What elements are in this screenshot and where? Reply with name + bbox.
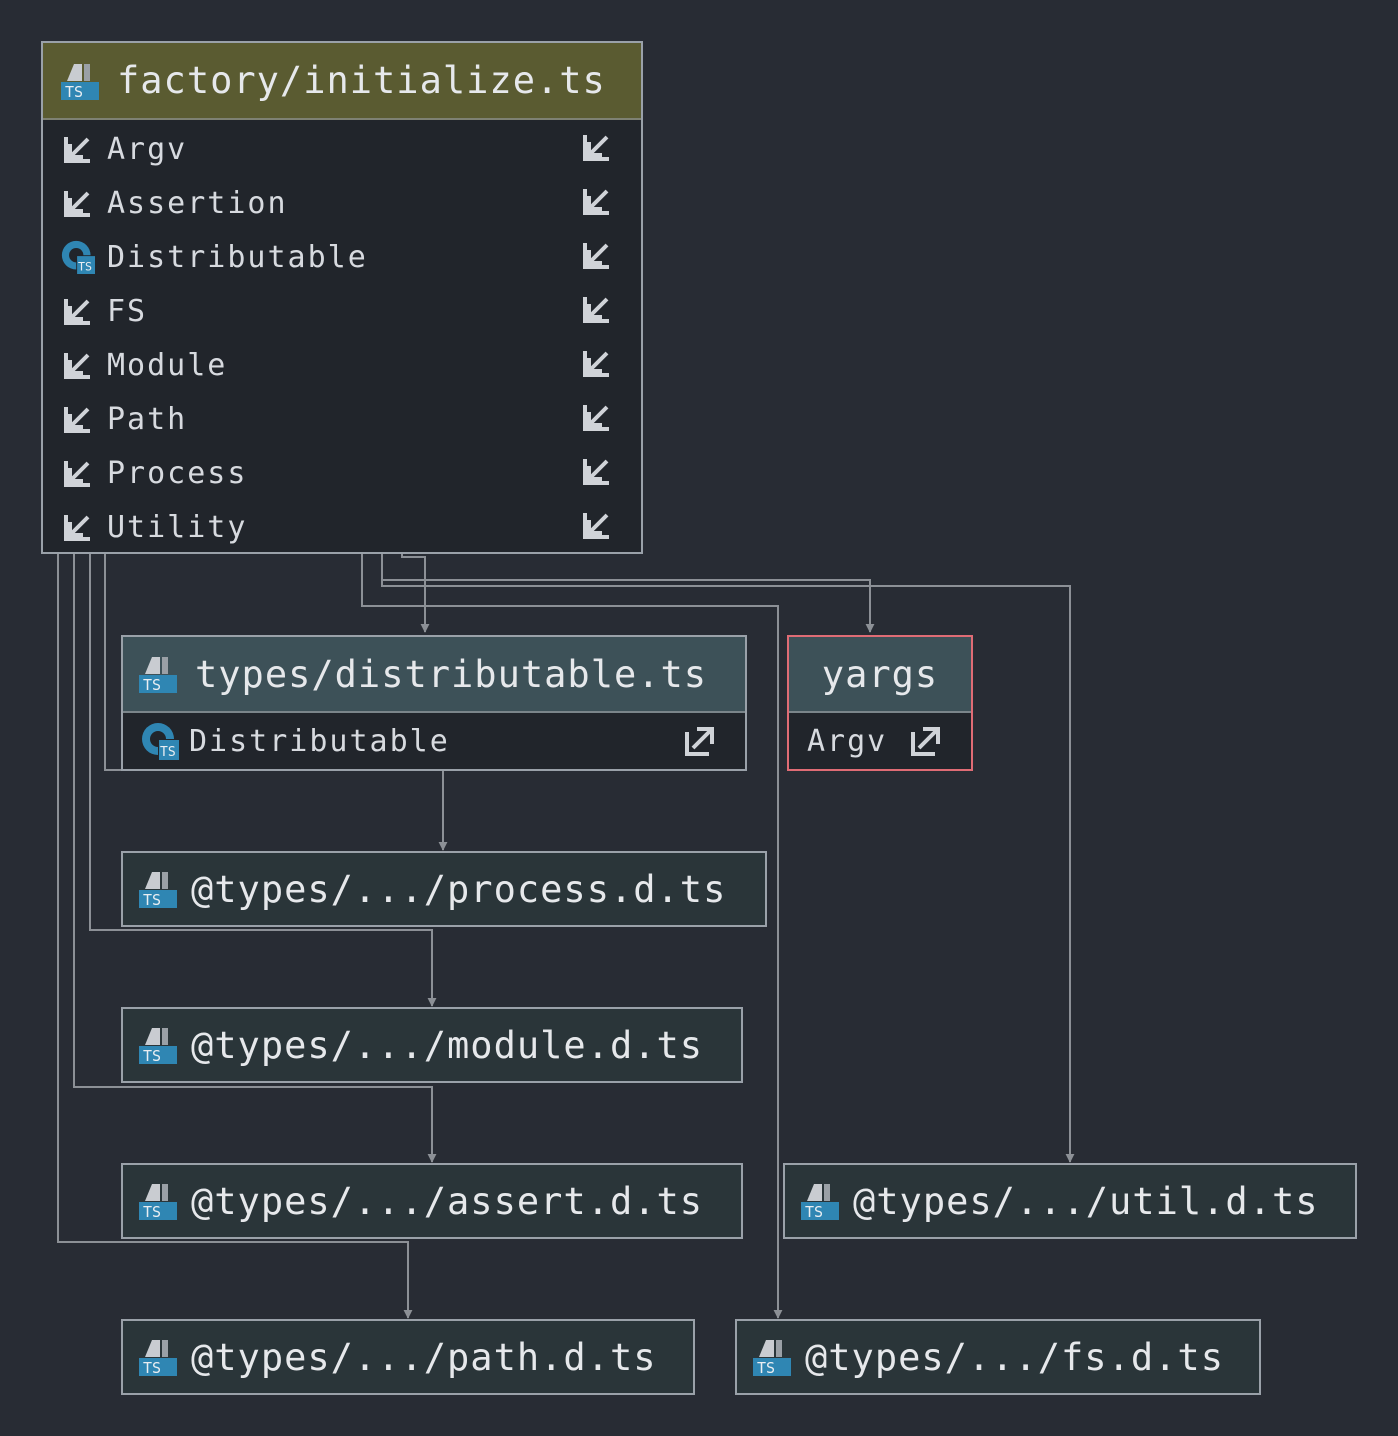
- node-title: @types/.../util.d.ts: [853, 1179, 1319, 1223]
- node-util-dts[interactable]: TS @types/.../util.d.ts: [783, 1163, 1357, 1239]
- svg-text:TS: TS: [805, 1203, 823, 1221]
- edge-to-yargs: [381, 552, 875, 633]
- export-label: FS: [107, 293, 148, 329]
- import-arrow-icon: [581, 455, 613, 491]
- export-label: Assertion: [107, 185, 288, 221]
- import-arrow-icon: [581, 347, 613, 383]
- exports-list: Argv Assertion TS Distributable FS Module Path…: [43, 120, 641, 554]
- node-header[interactable]: TS @types/.../path.d.ts: [123, 1321, 693, 1393]
- node-header[interactable]: TS @types/.../module.d.ts: [123, 1009, 741, 1081]
- node-types-distributable[interactable]: TS types/distributable.ts TS Distributab…: [121, 635, 747, 771]
- import-arrow-icon: [61, 403, 95, 435]
- import-arrow-icon: [581, 293, 613, 329]
- node-title: @types/.../fs.d.ts: [805, 1335, 1224, 1379]
- export-label: Process: [107, 455, 248, 491]
- ts-file-icon: TS: [139, 1184, 177, 1221]
- export-item[interactable]: Argv: [789, 713, 971, 769]
- svg-text:TS: TS: [143, 1047, 161, 1065]
- export-item[interactable]: FS: [43, 284, 641, 338]
- export-item[interactable]: Assertion: [43, 176, 641, 230]
- svg-text:TS: TS: [757, 1359, 775, 1377]
- svg-text:TS: TS: [143, 676, 161, 694]
- export-arrow-icon: [685, 727, 714, 756]
- export-label: Argv: [807, 723, 888, 759]
- node-header[interactable]: yargs: [789, 637, 971, 713]
- edge-to-distributable: [401, 552, 430, 633]
- node-title: @types/.../assert.d.ts: [191, 1179, 704, 1223]
- svg-text:TS: TS: [65, 83, 83, 101]
- ts-file-icon: TS: [801, 1184, 839, 1221]
- svg-text:TS: TS: [160, 745, 176, 760]
- svg-text:TS: TS: [78, 259, 92, 273]
- node-yargs[interactable]: yargs Argv: [787, 635, 973, 771]
- export-item[interactable]: TS Distributable: [43, 230, 641, 284]
- import-arrow-icon: [61, 511, 95, 543]
- ts-file-icon: TS: [139, 872, 177, 909]
- node-header[interactable]: TS @types/.../util.d.ts: [785, 1165, 1355, 1237]
- export-label: Distributable: [189, 723, 450, 759]
- node-title: factory/initialize.ts: [117, 59, 606, 102]
- export-item[interactable]: Argv: [43, 122, 641, 176]
- import-arrow-icon: [61, 133, 95, 165]
- node-header[interactable]: TS @types/.../process.d.ts: [123, 853, 765, 925]
- ts-type-icon: TS: [142, 723, 179, 760]
- import-arrow-icon: [581, 239, 613, 275]
- node-title: @types/.../path.d.ts: [191, 1335, 657, 1379]
- export-label: Path: [107, 401, 188, 437]
- edge-to-module: [89, 552, 437, 1007]
- export-label: Argv: [107, 131, 188, 167]
- node-title: yargs: [821, 652, 939, 696]
- import-arrow-icon: [61, 295, 95, 327]
- node-path-dts[interactable]: TS @types/.../path.d.ts: [121, 1319, 695, 1395]
- export-item[interactable]: Path: [43, 392, 641, 446]
- import-arrow-icon: [581, 401, 613, 437]
- node-title: @types/.../module.d.ts: [191, 1023, 704, 1067]
- import-arrow-icon: [61, 187, 95, 219]
- import-arrow-icon: [581, 131, 613, 167]
- ts-file-icon: TS: [61, 63, 99, 101]
- node-module-dts[interactable]: TS @types/.../module.d.ts: [121, 1007, 743, 1083]
- ts-type-icon: TS: [61, 238, 95, 276]
- node-header[interactable]: TS @types/.../assert.d.ts: [123, 1165, 741, 1237]
- svg-text:TS: TS: [143, 1359, 161, 1377]
- ts-file-icon: TS: [139, 1028, 177, 1065]
- svg-text:TS: TS: [143, 891, 161, 909]
- node-title: types/distributable.ts: [195, 652, 708, 696]
- node-title: @types/.../process.d.ts: [191, 867, 727, 911]
- export-label: Distributable: [107, 239, 368, 275]
- node-fs-dts[interactable]: TS @types/.../fs.d.ts: [735, 1319, 1261, 1395]
- node-factory-initialize[interactable]: TS factory/initialize.ts Argv Assertion TS…: [41, 41, 643, 554]
- node-header[interactable]: TS factory/initialize.ts: [43, 43, 641, 120]
- export-label: Module: [107, 347, 228, 383]
- node-header[interactable]: TS @types/.../fs.d.ts: [737, 1321, 1259, 1393]
- export-item[interactable]: TS Distributable: [123, 713, 745, 769]
- import-arrow-icon: [581, 509, 613, 545]
- ts-file-icon: TS: [139, 1340, 177, 1377]
- export-item[interactable]: Module: [43, 338, 641, 392]
- export-arrow-icon: [911, 727, 940, 756]
- node-header[interactable]: TS types/distributable.ts: [123, 637, 745, 713]
- import-arrow-icon: [61, 457, 95, 489]
- node-assert-dts[interactable]: TS @types/.../assert.d.ts: [121, 1163, 743, 1239]
- import-arrow-icon: [61, 349, 95, 381]
- export-item[interactable]: Process: [43, 446, 641, 500]
- svg-text:TS: TS: [143, 1203, 161, 1221]
- node-process-dts[interactable]: TS @types/.../process.d.ts: [121, 851, 767, 927]
- import-arrow-icon: [581, 185, 613, 221]
- ts-file-icon: TS: [753, 1340, 791, 1377]
- export-label: Utility: [107, 509, 248, 545]
- export-item[interactable]: Utility: [43, 500, 641, 554]
- ts-file-icon: TS: [139, 657, 177, 694]
